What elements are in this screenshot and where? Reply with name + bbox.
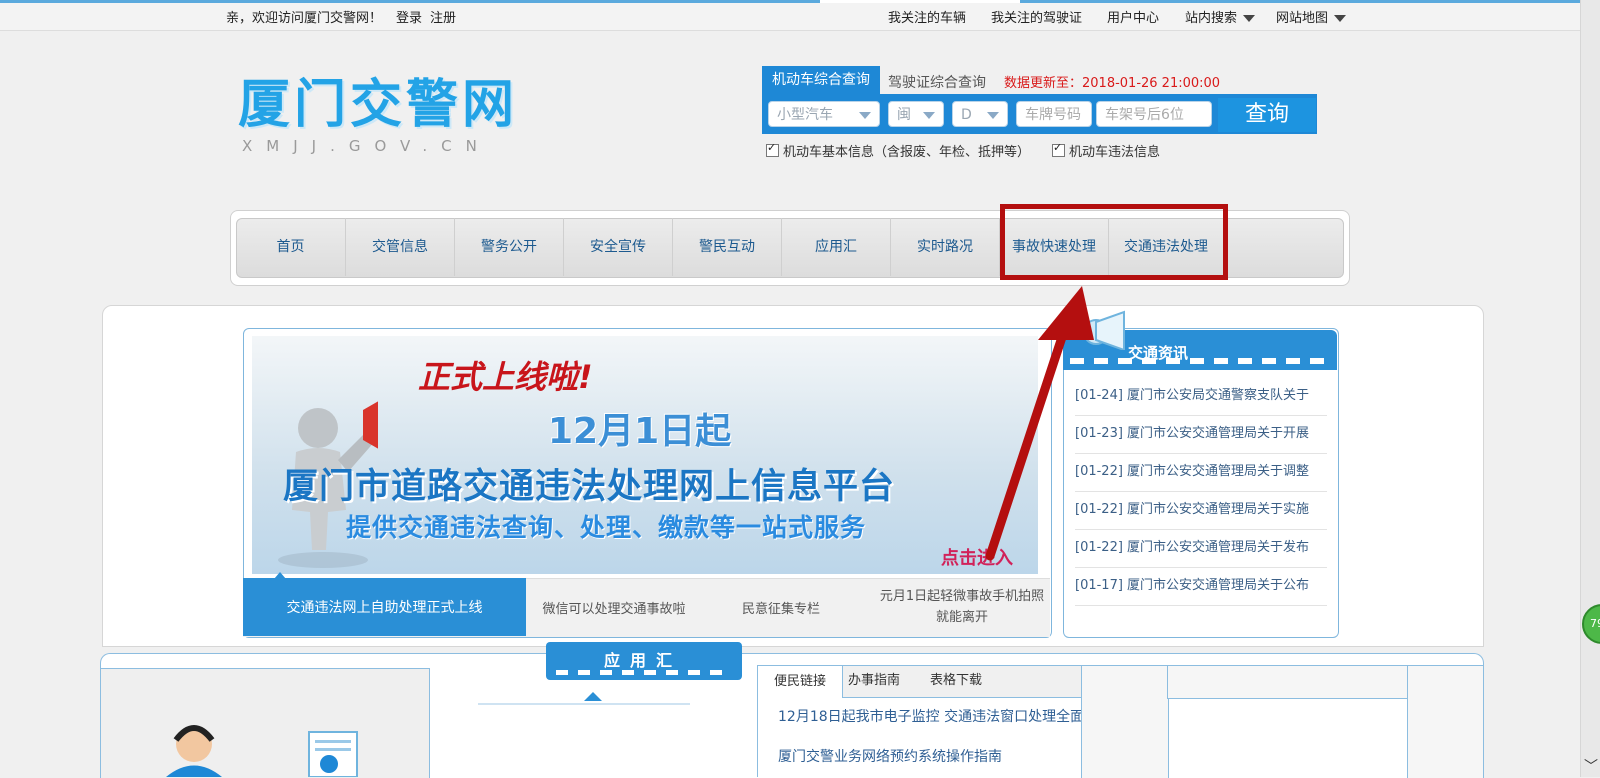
news-item[interactable]: [01-23] 厦门市公安交通管理局关于开展 bbox=[1075, 415, 1327, 454]
horn-icon bbox=[1083, 310, 1125, 350]
checkbox-vehicle-info[interactable]: 机动车基本信息（含报废、年检、抵押等） bbox=[766, 141, 1030, 160]
data-update-label: 数据更新至：2018-01-26 21:00:00 bbox=[1004, 76, 1221, 91]
banner-slogan: 正式上线啦! bbox=[418, 358, 593, 396]
banner-enter-link[interactable]: 点击进入 bbox=[941, 544, 1013, 570]
banner-tab-public-opinion[interactable]: 民意征集专栏 bbox=[702, 578, 860, 636]
nav-traffic-info[interactable]: 交管信息 bbox=[346, 218, 455, 276]
nav-apps[interactable]: 应用汇 bbox=[782, 218, 891, 276]
search-button[interactable]: 查询 bbox=[1218, 98, 1316, 132]
document-search-icon[interactable] bbox=[303, 728, 375, 777]
tab-service-guide[interactable]: 办事指南 bbox=[848, 665, 900, 697]
province-select[interactable]: 闽 bbox=[888, 101, 944, 127]
right-box bbox=[1081, 665, 1169, 778]
chevron-down-icon bbox=[859, 112, 871, 119]
banner-tab-minor-accident[interactable]: 元月1日起轻微事故手机拍照就能离开 bbox=[874, 578, 1050, 636]
news-header-stripe bbox=[1070, 358, 1330, 364]
my-vehicles-link[interactable]: 我关注的车辆 bbox=[888, 7, 966, 26]
tab-convenience-links[interactable]: 便民链接 bbox=[757, 665, 843, 698]
right-box bbox=[1167, 665, 1409, 699]
apps-underline bbox=[478, 703, 690, 705]
login-link[interactable]: 登录 bbox=[396, 7, 422, 26]
site-logo-title[interactable]: 厦门交警网 bbox=[238, 62, 518, 137]
link-item[interactable]: 厦门交警业务网络预约系统操作指南 bbox=[778, 746, 1002, 766]
tab-vehicle-query[interactable]: 机动车综合查询 bbox=[762, 66, 880, 94]
tab-form-download[interactable]: 表格下载 bbox=[930, 665, 982, 697]
welcome-text: 亲，欢迎访问厦门交警网！ bbox=[226, 11, 383, 26]
site-map-menu[interactable]: 网站地图 bbox=[1276, 7, 1347, 26]
vehicle-type-select[interactable]: 小型汽车 bbox=[768, 101, 880, 127]
news-item[interactable]: [01-17] 厦门市公安交通管理局关于公布 bbox=[1075, 567, 1327, 606]
customer-service-icon[interactable] bbox=[160, 722, 228, 777]
scroll-down-icon[interactable]: ﹀ bbox=[1584, 756, 1598, 776]
chevron-down-icon bbox=[987, 112, 999, 119]
user-center-link[interactable]: 用户中心 bbox=[1107, 7, 1159, 26]
banner-tab-wechat-accident[interactable]: 微信可以处理交通事故啦 bbox=[526, 578, 702, 636]
nav-police-affairs[interactable]: 警务公开 bbox=[455, 218, 564, 276]
nav-safety[interactable]: 安全宣传 bbox=[564, 218, 673, 276]
news-item[interactable]: [01-22] 厦门市公安交通管理局关于调整 bbox=[1075, 453, 1327, 492]
letter-select[interactable]: D bbox=[952, 101, 1008, 127]
apps-caret-icon bbox=[584, 692, 602, 701]
banner-title: 厦门市道路交通违法处理网上信息平台 bbox=[283, 467, 896, 507]
checkbox-vehicle-violation[interactable]: 机动车违法信息 bbox=[1052, 141, 1160, 160]
banner-date: 12月1日起 bbox=[548, 411, 732, 452]
site-search-menu[interactable]: 站内搜索 bbox=[1185, 7, 1256, 26]
frame-number-input[interactable]: 车架号后6位 bbox=[1096, 101, 1212, 127]
right-box bbox=[1407, 665, 1484, 778]
app-panel bbox=[100, 668, 430, 778]
nav-live-traffic[interactable]: 实时路况 bbox=[891, 218, 1000, 276]
chevron-down-icon bbox=[1243, 15, 1256, 22]
checkbox-icon[interactable] bbox=[1052, 141, 1065, 157]
site-logo-subtitle: XMJJ.GOV.CN bbox=[242, 137, 491, 155]
news-title: 交通资讯 bbox=[1128, 344, 1189, 362]
banner-subtitle: 提供交通违法查询、处理、缴款等一站式服务 bbox=[346, 513, 867, 542]
nav-home[interactable]: 首页 bbox=[236, 218, 346, 276]
scrollbar[interactable] bbox=[1580, 0, 1600, 777]
highlight-box bbox=[1000, 204, 1228, 280]
news-item[interactable]: [01-24] 厦门市公安局交通警察支队关于 bbox=[1075, 377, 1327, 416]
news-item[interactable]: [01-22] 厦门市公安交通管理局关于发布 bbox=[1075, 529, 1327, 568]
nav-interaction[interactable]: 警民互动 bbox=[673, 218, 782, 276]
register-link[interactable]: 注册 bbox=[430, 7, 456, 26]
apps-title: 应用汇 bbox=[604, 651, 683, 670]
tab-license-query[interactable]: 驾驶证综合查询 bbox=[888, 72, 986, 92]
plate-number-input[interactable]: 车牌号码 bbox=[1016, 101, 1092, 127]
my-license-link[interactable]: 我关注的驾驶证 bbox=[991, 7, 1082, 26]
chevron-down-icon bbox=[1334, 15, 1347, 22]
checkbox-icon[interactable] bbox=[766, 141, 779, 157]
news-item[interactable]: [01-22] 厦门市公安交通管理局关于实施 bbox=[1075, 491, 1327, 530]
chevron-down-icon bbox=[923, 112, 935, 119]
banner-tab-violation-online[interactable]: 交通违法网上自助处理正式上线 bbox=[243, 578, 526, 636]
